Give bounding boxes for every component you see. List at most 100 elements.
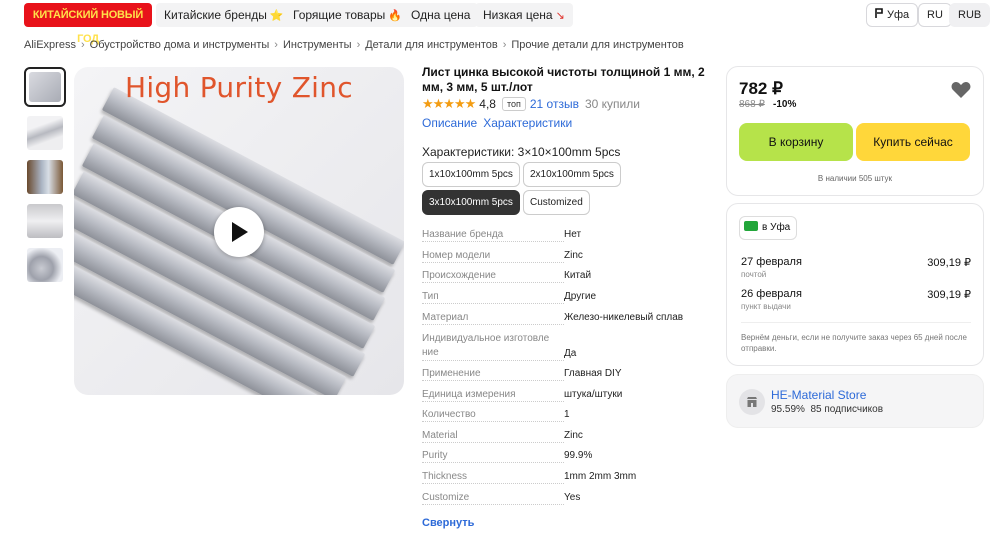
chevron-right-icon: › bbox=[274, 39, 278, 51]
spec-key: Material bbox=[422, 430, 460, 441]
pill-label: Горящие товары bbox=[293, 8, 386, 22]
spec-key: Purity bbox=[422, 450, 450, 461]
option-2x10x100[interactable]: 2x10x100mm 5pcs bbox=[523, 162, 621, 187]
spec-value: Китай bbox=[564, 270, 592, 281]
breadcrumb-item[interactable]: Прочие детали для инструментов bbox=[511, 39, 683, 51]
price: 782 ₽ bbox=[739, 79, 783, 98]
play-icon bbox=[232, 222, 248, 242]
divider bbox=[741, 322, 971, 323]
heart-icon[interactable] bbox=[951, 81, 971, 99]
spec-key: Применение bbox=[422, 368, 483, 379]
delivery-method: пункт выдачи bbox=[741, 302, 791, 311]
currency-selector[interactable]: RUB bbox=[949, 3, 991, 27]
collapse-link[interactable]: Свернуть bbox=[422, 517, 474, 529]
product-title: Лист цинка высокой чистоты толщиной 1 мм… bbox=[422, 65, 705, 94]
main-product-image[interactable]: High Purity Zinc bbox=[74, 67, 404, 395]
reviews-link[interactable]: 21 отзыв bbox=[530, 97, 579, 111]
discount-badge: -10% bbox=[773, 99, 797, 110]
star-icon: ⭐ bbox=[269, 10, 284, 22]
spec-value: Да bbox=[564, 348, 577, 359]
spec-key: Номер модели bbox=[422, 250, 493, 261]
spec-value: Zinc bbox=[564, 430, 583, 441]
spec-value: 1 bbox=[564, 409, 570, 420]
delivery-option[interactable]: 26 февраля пункт выдачи 309,19 ₽ bbox=[741, 288, 971, 311]
delivery-method: почтой bbox=[741, 270, 767, 279]
pill-one-price[interactable]: Одна цена bbox=[403, 3, 479, 27]
spec-key: Customize bbox=[422, 492, 472, 503]
product-tabs: Описание Характеристики bbox=[422, 116, 578, 130]
play-video-button[interactable] bbox=[214, 207, 264, 257]
delivery-price: 309,19 ₽ bbox=[927, 289, 971, 301]
pill-hot-items[interactable]: Горящие товары 🔥 bbox=[285, 3, 410, 27]
option-3x10x100[interactable]: 3x10x100mm 5pcs bbox=[422, 190, 520, 215]
buy-card: 782 ₽ 868 ₽ -10% В корзину Купить сейчас… bbox=[726, 66, 984, 196]
spec-key: Тип bbox=[422, 291, 441, 302]
city-label: Уфа bbox=[887, 9, 910, 21]
pill-low-price[interactable]: Низкая цена ↘ bbox=[475, 3, 573, 27]
gallery-thumb[interactable] bbox=[24, 157, 66, 197]
delivery-card: в Уфа 27 февраля почтой 309,19 ₽ 26 февр… bbox=[726, 203, 984, 366]
thumb-image bbox=[27, 204, 63, 238]
spec-key-cont: ние bbox=[422, 347, 441, 358]
spec-value: Yes bbox=[564, 492, 581, 503]
spec-value: 1mm 2mm 3mm bbox=[564, 471, 637, 482]
gallery-thumb[interactable] bbox=[24, 113, 66, 153]
buy-now-button[interactable]: Купить сейчас bbox=[856, 123, 970, 161]
pill-chinese-brands[interactable]: Китайские бренды ⭐ bbox=[156, 3, 292, 27]
bought-count: 30 купили bbox=[584, 97, 640, 111]
spec-key: Происхождение bbox=[422, 270, 498, 281]
gallery-thumb[interactable] bbox=[24, 201, 66, 241]
characteristic-label: Характеристики: 3×10×100mm 5pcs bbox=[422, 145, 621, 159]
thumb-image bbox=[27, 116, 63, 150]
store-rating: 95.59% bbox=[771, 404, 805, 415]
store-name[interactable]: HE-Material Store bbox=[771, 388, 866, 402]
location-pin-icon bbox=[875, 8, 883, 18]
stock-count: В наличии 505 штук bbox=[817, 174, 893, 183]
pill-label: Одна цена bbox=[411, 8, 471, 22]
pill-label: Низкая цена bbox=[483, 8, 553, 22]
chevron-right-icon: › bbox=[356, 39, 361, 51]
language-selector[interactable]: RU bbox=[918, 3, 952, 27]
thumb-image bbox=[27, 160, 63, 194]
delivery-city-button[interactable]: в Уфа bbox=[739, 216, 798, 240]
spec-key: Материал bbox=[422, 312, 471, 323]
pill-label: Китайские бренды bbox=[164, 8, 267, 22]
option-customized[interactable]: Customized bbox=[523, 190, 590, 215]
spec-key: Количество bbox=[422, 409, 478, 420]
promo-banner[interactable]: КИТАЙСКИЙ НОВЫЙ ГОД bbox=[24, 3, 152, 45]
top-badge: топ bbox=[501, 97, 526, 111]
trend-down-icon: ↘ bbox=[555, 10, 565, 22]
spec-value: Нет bbox=[564, 229, 582, 240]
add-to-cart-button[interactable]: В корзину bbox=[739, 123, 853, 161]
delivery-price: 309,19 ₽ bbox=[927, 257, 971, 269]
refund-guarantee: Вернём деньги, если не получите заказ че… bbox=[741, 333, 967, 353]
spec-value: Zinc bbox=[564, 250, 583, 261]
breadcrumb-item[interactable]: Обустройство дома и инструменты bbox=[90, 39, 270, 51]
fire-icon: 🔥 bbox=[388, 10, 402, 22]
option-1x10x100[interactable]: 1x10x100mm 5pcs bbox=[422, 162, 520, 187]
chevron-right-icon: › bbox=[80, 39, 85, 51]
city-selector[interactable]: Уфа bbox=[866, 3, 919, 27]
spec-key: Название бренда bbox=[422, 229, 506, 240]
old-price: 868 ₽ bbox=[739, 99, 765, 110]
thumb-image bbox=[29, 72, 61, 102]
spec-key: Thickness bbox=[422, 471, 470, 482]
store-card[interactable]: HE-Material Store 95.59% 85 подписчиков bbox=[726, 374, 984, 428]
spec-key: Индивидуальное изготовле bbox=[422, 333, 550, 344]
spec-value: штука/штуки bbox=[564, 389, 623, 400]
breadcrumb-item[interactable]: Инструменты bbox=[283, 39, 352, 51]
rating-value: 4,8 bbox=[479, 97, 496, 111]
gallery-thumb[interactable] bbox=[24, 245, 66, 285]
breadcrumb: AliExpress › Обустройство дома и инструмен… bbox=[24, 39, 684, 51]
gallery-thumb[interactable] bbox=[24, 67, 66, 107]
thumb-image bbox=[27, 248, 63, 282]
spec-value: 99.9% bbox=[564, 450, 593, 461]
breadcrumb-item[interactable]: Детали для инструментов bbox=[365, 39, 497, 51]
breadcrumb-item[interactable]: AliExpress bbox=[24, 39, 76, 51]
tab-characteristics[interactable]: Характеристики bbox=[483, 116, 572, 130]
store-meta: 95.59% 85 подписчиков bbox=[771, 404, 883, 415]
tab-description[interactable]: Описание bbox=[422, 116, 477, 130]
rating-stars-icon: ★★★★★ bbox=[422, 96, 476, 111]
spec-value: Другие bbox=[564, 291, 597, 302]
delivery-option[interactable]: 27 февраля почтой 309,19 ₽ bbox=[741, 256, 971, 279]
